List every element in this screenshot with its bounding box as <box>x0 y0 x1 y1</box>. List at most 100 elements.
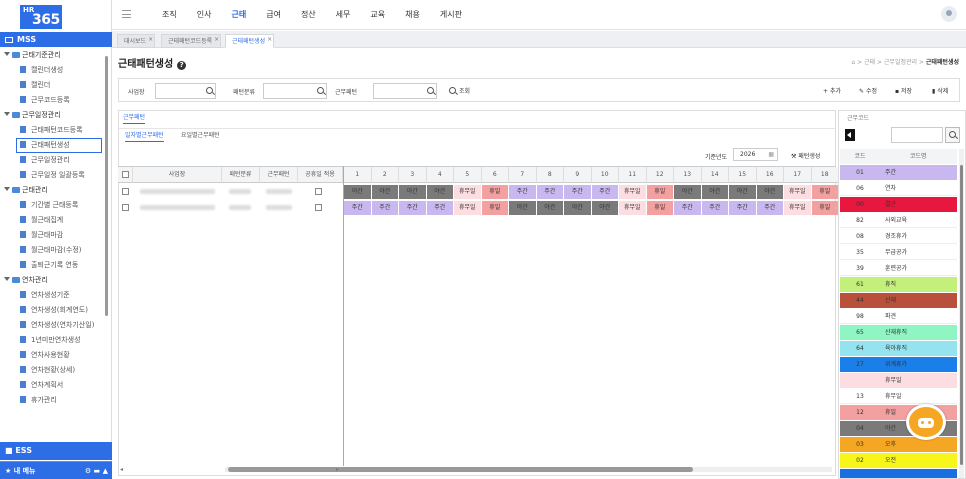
search-icon[interactable] <box>427 87 434 94</box>
code-row[interactable]: 00 결근 <box>840 197 957 212</box>
code-row[interactable]: 06 연차 <box>840 181 957 196</box>
sidebar-group[interactable]: 근무일정관리 <box>0 108 104 123</box>
day-cell[interactable]: 주간 <box>591 185 619 199</box>
sidebar-item[interactable]: 월근태마감 <box>0 228 104 243</box>
code-row[interactable]: 03 오후 <box>840 437 957 452</box>
sidebar-item[interactable]: 연차생성(연차기산일) <box>0 318 104 333</box>
day-cell[interactable]: 휴무일 <box>454 201 482 215</box>
sidebar-item[interactable]: 기간별 근태등록 <box>0 198 104 213</box>
code-row[interactable]: 13 휴무일 <box>840 389 957 404</box>
grid-scroll-thumb[interactable] <box>228 467 693 472</box>
day-cell[interactable]: 휴일 <box>646 201 674 215</box>
hamburger-icon[interactable] <box>122 10 131 18</box>
sidebar-item[interactable]: 연차계획서 <box>0 378 104 393</box>
mss-section-header[interactable]: MSS <box>0 32 112 47</box>
scroll-right-icon[interactable]: ▸ <box>336 466 339 473</box>
day-cell[interactable]: 주간 <box>729 201 757 215</box>
collapse-panel-icon[interactable] <box>845 129 855 141</box>
my-menu-bar[interactable]: ★ 내 메뉴 ⚙ ▬ ▲ <box>0 461 112 479</box>
code-row[interactable] <box>840 469 957 478</box>
close-icon[interactable]: × <box>214 33 219 46</box>
top-menu-item[interactable]: 채용 <box>395 0 430 30</box>
row-checkbox[interactable] <box>122 204 129 211</box>
code-row[interactable]: 35 무급공가 <box>840 245 957 260</box>
sidebar-item[interactable]: 근무일정 일괄등록 <box>0 168 104 183</box>
day-cell[interactable]: 주간 <box>756 201 784 215</box>
day-cell[interactable]: 주간 <box>701 201 729 215</box>
generate-pattern-button[interactable]: ⚒ 패턴생성 <box>791 151 820 160</box>
day-cell[interactable]: 휴무일 <box>619 185 647 199</box>
tab-item[interactable]: 근태패턴생성 × <box>225 34 275 48</box>
base-year-input[interactable]: 2026 ▦ <box>733 148 778 161</box>
sidebar-item[interactable]: 출퇴근기록 연동 <box>0 258 104 273</box>
code-row[interactable]: 44 산재 <box>840 293 957 308</box>
sidebar-item[interactable]: 연차현황(상세) <box>0 363 104 378</box>
column-header[interactable]: 근무패턴 <box>260 167 298 183</box>
code-row[interactable]: 08 경조휴가 <box>840 229 957 244</box>
code-row[interactable]: 61 휴직 <box>840 277 957 292</box>
code-list-scrollbar[interactable] <box>959 149 964 478</box>
day-cell[interactable]: 휴무일 <box>784 201 812 215</box>
sidebar-item[interactable]: 캘린더 <box>0 78 104 93</box>
day-cell[interactable]: 휴일 <box>811 201 839 215</box>
code-row[interactable]: 휴무일 <box>840 373 957 388</box>
pattern-category-input[interactable] <box>263 83 327 99</box>
day-cell[interactable]: 야간 <box>509 201 537 215</box>
user-avatar-icon[interactable] <box>941 6 957 22</box>
day-cell[interactable]: 휴무일 <box>784 185 812 199</box>
top-menu-item[interactable]: 급여 <box>256 0 291 30</box>
code-scroll-thumb[interactable] <box>960 165 963 465</box>
scroll-left-icon[interactable]: ◂ <box>120 466 123 473</box>
sidebar-item[interactable]: 연차사용현황 <box>0 348 104 363</box>
sidebar-item[interactable]: 연차생성기준 <box>0 288 104 303</box>
sidebar-item[interactable]: 근무코드등록 <box>0 93 104 108</box>
sidebar-item[interactable]: 월근태집계 <box>0 213 104 228</box>
code-search-button[interactable] <box>945 127 960 143</box>
day-cell[interactable]: 야간 <box>399 185 427 199</box>
sidebar-item[interactable]: 1년미만연차생성 <box>0 333 104 348</box>
column-header[interactable]: 패턴분류 <box>222 167 260 183</box>
chatbot-button[interactable] <box>906 404 946 440</box>
sidebar-group[interactable]: 연차관리 <box>0 273 104 288</box>
day-cell[interactable]: 주간 <box>564 185 592 199</box>
save-button[interactable]: ▪ 저장 <box>895 86 912 95</box>
sidebar-item[interactable]: 월근태마감(수정) <box>0 243 104 258</box>
app-logo[interactable]: HR 365 <box>20 5 62 29</box>
day-cell[interactable]: 야간 <box>701 185 729 199</box>
day-cell[interactable]: 휴일 <box>481 185 509 199</box>
code-row[interactable]: 39 훈련공가 <box>840 261 957 276</box>
day-cell[interactable]: 야간 <box>536 201 564 215</box>
day-cell[interactable]: 야간 <box>756 185 784 199</box>
tab-item[interactable]: 대시보드 × <box>117 34 156 48</box>
column-header[interactable]: 사업장 <box>133 167 222 183</box>
day-cell[interactable]: 야간 <box>729 185 757 199</box>
sidebar-item[interactable]: 휴가관리 <box>0 393 104 408</box>
sidebar-item[interactable]: 연차생성(회계연도) <box>0 303 104 318</box>
delete-button[interactable]: ▮ 삭제 <box>932 86 948 95</box>
site-input[interactable] <box>155 83 216 99</box>
code-row[interactable]: 02 오전 <box>840 453 957 468</box>
day-cell[interactable]: 야간 <box>426 185 454 199</box>
sidebar-scroll-thumb[interactable] <box>105 56 108 316</box>
day-cell[interactable]: 휴일 <box>646 185 674 199</box>
code-row[interactable]: 98 파견 <box>840 309 957 324</box>
day-cell[interactable]: 휴무일 <box>454 185 482 199</box>
calendar-icon[interactable]: ▦ <box>768 149 774 160</box>
code-row[interactable]: 82 사외교육 <box>840 213 957 228</box>
day-cell[interactable]: 야간 <box>371 185 399 199</box>
row-checkbox[interactable] <box>122 188 129 195</box>
top-menu-item[interactable]: 조직 <box>152 0 187 30</box>
daily-pattern-tab[interactable]: 일자별근무패턴 <box>125 130 164 142</box>
work-pattern-tab[interactable]: 근무패턴 <box>123 112 146 124</box>
sidebar-scrollbar[interactable] <box>104 48 109 438</box>
code-row[interactable]: 27 위계휴가 <box>840 357 957 372</box>
search-icon[interactable] <box>206 87 213 94</box>
day-cell[interactable]: 주간 <box>509 185 537 199</box>
sidebar-group[interactable]: 근태관리 <box>0 183 104 198</box>
edit-button[interactable]: ✎ 수정 <box>859 86 877 95</box>
day-cell[interactable]: 주간 <box>426 201 454 215</box>
code-row[interactable]: 65 산재휴직 <box>840 325 957 340</box>
day-cell[interactable]: 주간 <box>399 201 427 215</box>
top-menu-item[interactable]: 세무 <box>326 0 361 30</box>
help-icon[interactable]: ? <box>177 61 187 70</box>
